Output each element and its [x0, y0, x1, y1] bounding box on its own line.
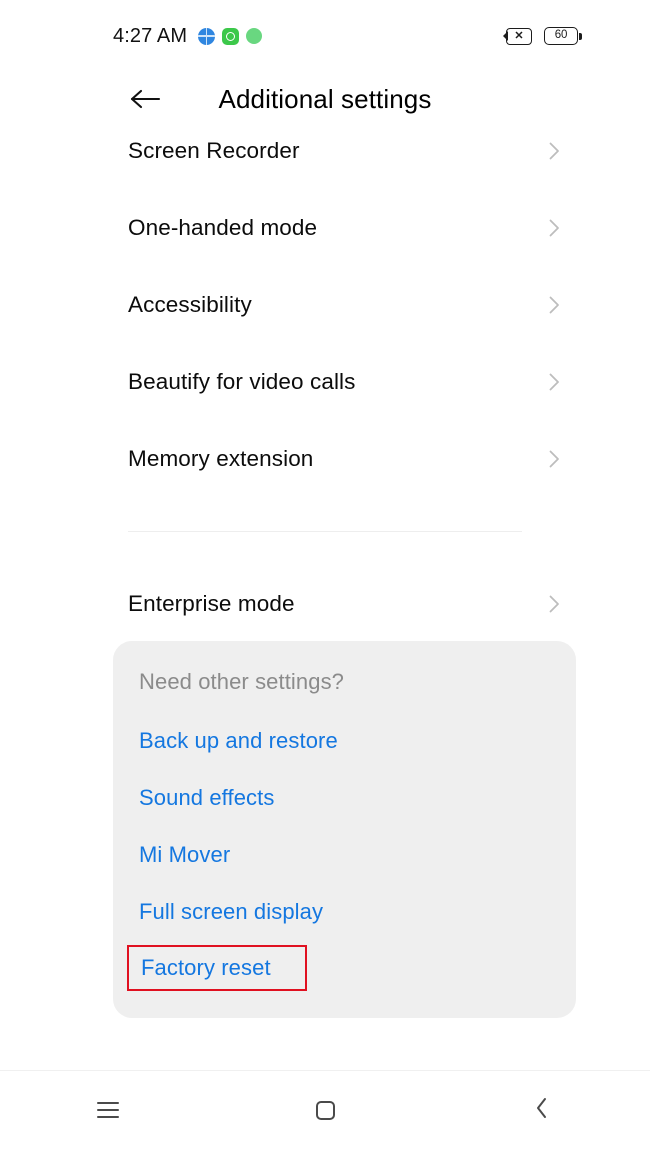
- other-settings-heading: Need other settings?: [139, 669, 345, 694]
- notification-icons: [198, 27, 263, 45]
- chevron-right-icon: [549, 595, 560, 613]
- list-item-one-handed-mode[interactable]: One-handed mode: [0, 189, 650, 266]
- green-app-icon: [222, 27, 240, 45]
- list-item-label: One-handed mode: [128, 214, 318, 240]
- recents-icon: [97, 1102, 120, 1118]
- other-settings-card: Need other settings? Back up and restore…: [113, 641, 576, 1018]
- status-bar: 4:27 AM ✕ 60: [0, 0, 650, 72]
- chevron-right-icon: [549, 373, 560, 391]
- link-sound-effects[interactable]: Sound effects: [113, 769, 274, 826]
- nav-recents-button[interactable]: [0, 1093, 217, 1127]
- chevron-right-icon: [549, 450, 560, 468]
- home-icon: [315, 1100, 335, 1120]
- chevron-right-icon: [549, 296, 560, 314]
- list-item-beautify-for-video-calls[interactable]: Beautify for video calls: [0, 343, 650, 420]
- list-item-label: Screen Recorder: [128, 137, 300, 163]
- page-title: Additional settings: [218, 83, 432, 114]
- app-bar: Additional settings: [0, 72, 650, 126]
- link-full-screen-display[interactable]: Full screen display: [113, 883, 323, 940]
- list-item-label: Accessibility: [128, 291, 252, 317]
- list-item-screen-recorder[interactable]: Screen Recorder: [0, 126, 650, 189]
- green-dot-icon: [246, 28, 263, 44]
- settings-list: Screen Recorder One-handed mode Accessib…: [0, 126, 650, 642]
- status-bar-left: 4:27 AM: [113, 24, 263, 48]
- list-item-label: Memory extension: [128, 445, 314, 471]
- list-item-enterprise-mode[interactable]: Enterprise mode: [0, 565, 650, 642]
- nav-home-button[interactable]: [217, 1093, 434, 1127]
- globe-icon: [198, 27, 216, 45]
- list-item-accessibility[interactable]: Accessibility: [0, 266, 650, 343]
- status-bar-right: ✕ 60: [503, 27, 582, 45]
- nav-back-button[interactable]: [433, 1093, 650, 1127]
- list-item-label: Enterprise mode: [128, 590, 295, 616]
- link-back-up-and-restore[interactable]: Back up and restore: [113, 712, 338, 769]
- other-settings-links: Back up and restore Sound effects Mi Mov…: [113, 712, 576, 991]
- mute-icon: ✕: [503, 27, 532, 45]
- section-divider: [128, 530, 522, 532]
- back-icon: [535, 1097, 549, 1124]
- link-mi-mover[interactable]: Mi Mover: [113, 826, 230, 883]
- section-divider-wrap: [0, 497, 650, 565]
- system-navigation-bar: [0, 1070, 650, 1156]
- link-factory-reset[interactable]: Factory reset: [127, 945, 307, 991]
- list-item-memory-extension[interactable]: Memory extension: [0, 420, 650, 497]
- chevron-right-icon: [549, 219, 560, 237]
- chevron-right-icon: [549, 142, 560, 160]
- battery-icon: 60: [544, 27, 582, 45]
- battery-level-text: 60: [554, 29, 568, 42]
- status-clock: 4:27 AM: [113, 24, 188, 47]
- list-item-label: Beautify for video calls: [128, 368, 356, 394]
